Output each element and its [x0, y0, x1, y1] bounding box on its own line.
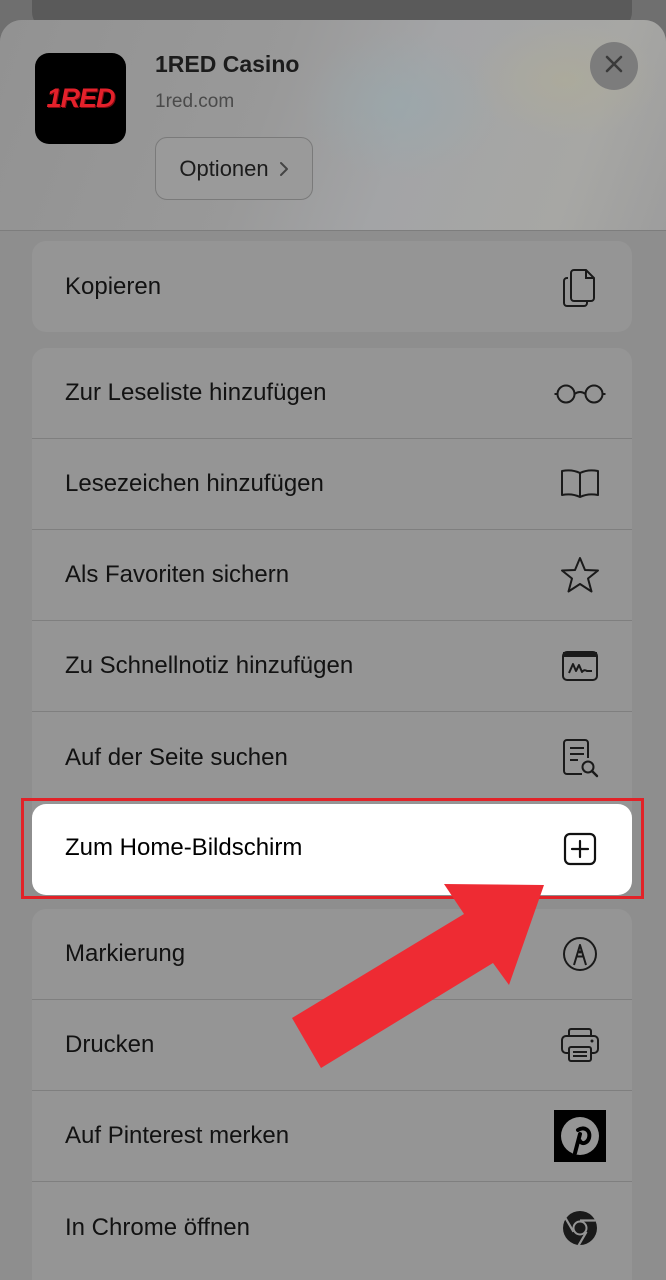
- glasses-icon: [553, 366, 607, 420]
- action-add-bookmark[interactable]: Lesezeichen hinzufügen: [32, 439, 632, 530]
- action-find-on-page[interactable]: Auf der Seite suchen: [32, 712, 632, 803]
- site-icon: 1RED: [35, 53, 126, 144]
- action-label: Lesezeichen hinzufügen: [65, 470, 324, 497]
- book-icon: [553, 457, 607, 511]
- action-pinterest[interactable]: Auf Pinterest merken: [32, 1091, 632, 1182]
- action-add-favorite[interactable]: Als Favoriten sichern: [32, 530, 632, 621]
- action-label: In Chrome öffnen: [65, 1213, 251, 1241]
- share-sheet-header: 1RED 1RED Casino 1red.com Optionen: [0, 20, 666, 231]
- printer-icon: [553, 1018, 607, 1072]
- highlight-frame: [21, 798, 644, 899]
- find-on-page-icon: [553, 731, 607, 785]
- action-copy[interactable]: Kopieren: [32, 241, 632, 332]
- action-quick-note[interactable]: Zu Schnellnotiz hinzufügen: [32, 621, 632, 712]
- markup-pen-icon: [553, 927, 607, 981]
- quick-note-icon: [553, 639, 607, 693]
- pinterest-icon: [553, 1109, 607, 1163]
- action-reading-list[interactable]: Zur Leseliste hinzufügen: [32, 348, 632, 439]
- action-group-more: Markierung Drucken Auf Pinterest merken: [32, 909, 632, 1280]
- action-label: Kopieren: [65, 272, 162, 300]
- action-label: Auf Pinterest merken: [65, 1122, 290, 1149]
- action-label: Drucken: [65, 1031, 155, 1058]
- action-print[interactable]: Drucken: [32, 1000, 632, 1091]
- options-label: Optionen: [179, 155, 269, 181]
- star-icon: [553, 548, 607, 602]
- action-label: Zu Schnellnotiz hinzufügen: [65, 652, 354, 679]
- site-title: 1RED Casino: [155, 51, 300, 77]
- close-icon: [604, 54, 624, 79]
- site-domain: 1red.com: [155, 91, 235, 112]
- action-label: Als Favoriten sichern: [65, 561, 290, 588]
- chrome-icon: [553, 1201, 607, 1255]
- options-button[interactable]: Optionen: [155, 137, 313, 200]
- chevron-right-icon: [279, 161, 289, 177]
- action-label: Markierung: [65, 940, 186, 967]
- action-group-copy: Kopieren: [32, 241, 632, 332]
- copy-icon: [553, 260, 607, 314]
- site-icon-text: 1RED: [46, 83, 115, 113]
- action-label: Zur Leseliste hinzufügen: [65, 379, 327, 406]
- action-markup[interactable]: Markierung: [32, 909, 632, 1000]
- action-label: Auf der Seite suchen: [65, 743, 288, 771]
- close-button[interactable]: [590, 42, 638, 90]
- action-open-in-chrome[interactable]: In Chrome öffnen: [32, 1182, 632, 1273]
